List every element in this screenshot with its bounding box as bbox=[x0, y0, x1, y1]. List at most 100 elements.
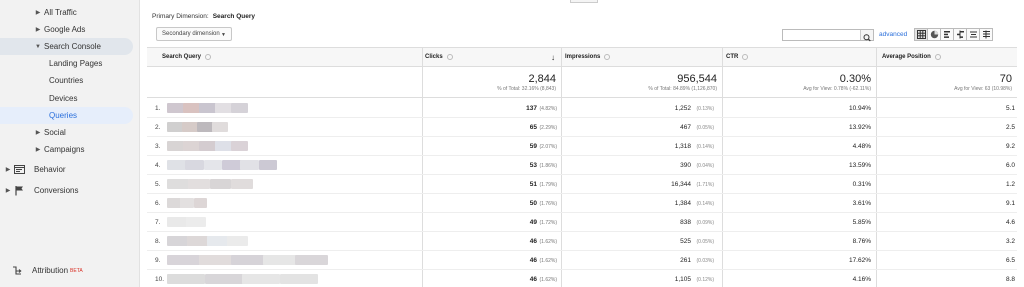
sidebar-item-conversions[interactable]: ▶ Conversions bbox=[0, 182, 140, 199]
secondary-dimension-dropdown[interactable]: Secondary dimension ▼ bbox=[156, 27, 232, 41]
primary-dimension: Primary Dimension: Search Query bbox=[152, 13, 255, 20]
table-row[interactable]: 9. 46 (1.62%) 261 (0.03%) 17.62% 6.5 bbox=[147, 251, 1017, 270]
row-number: 5. bbox=[155, 181, 161, 188]
clicks-percent: (1.86%) bbox=[539, 162, 557, 169]
redacted-query-block bbox=[279, 274, 318, 284]
impressions-value: 261 bbox=[680, 257, 691, 264]
help-icon[interactable] bbox=[446, 54, 453, 60]
row-number: 9. bbox=[155, 257, 161, 264]
impressions-cell: 1,105 (0.12%) bbox=[561, 270, 721, 287]
impressions-cell: 1,252 (0.13%) bbox=[561, 99, 721, 118]
sidebar-item-landing-pages[interactable]: Landing Pages bbox=[0, 55, 140, 72]
table-row[interactable]: 3. 59 (2.07%) 1,318 (0.14%) 4.48% 9.2 bbox=[147, 137, 1017, 156]
ctr-cell: 4.16% bbox=[852, 276, 871, 283]
search-button[interactable] bbox=[860, 30, 873, 42]
sort-arrow-down-icon[interactable]: ↓ bbox=[551, 53, 555, 62]
table-row[interactable]: 7. 49 (1.72%) 838 (0.09%) 5.85% 4.6 bbox=[147, 213, 1017, 232]
totals-impressions: 956,544 % of Total: 84.89% (1,126,870) bbox=[561, 67, 722, 98]
impressions-percent: (0.14%) bbox=[696, 143, 714, 150]
primary-dimension-value[interactable]: Search Query bbox=[213, 13, 255, 20]
row-number: 7. bbox=[155, 219, 161, 226]
performance-view-button[interactable] bbox=[940, 28, 954, 41]
totals-ctr: 0.30% Avg for View: 0.78% (-62.11%) bbox=[722, 67, 876, 98]
caret-right-icon: ▶ bbox=[35, 27, 41, 33]
sidebar-item-search-console[interactable]: ▼ Search Console bbox=[0, 38, 133, 55]
clicks-cell: 49 (1.72%) bbox=[423, 213, 561, 232]
table-view-button[interactable] bbox=[914, 28, 928, 41]
ctr-cell: 13.92% bbox=[848, 124, 871, 131]
column-header-impressions[interactable]: Impressions bbox=[561, 47, 722, 67]
table-row[interactable]: 1. 137 (4.82%) 1,252 (0.13%) 10.94% 5.1 bbox=[147, 99, 1017, 118]
table-row[interactable]: 6. 50 (1.76%) 1,384 (0.14%) 3.61% 9.1 bbox=[147, 194, 1017, 213]
pie-view-button[interactable] bbox=[927, 28, 941, 41]
sidebar-item-queries[interactable]: Queries bbox=[0, 107, 133, 124]
redacted-query-block bbox=[199, 141, 216, 151]
sidebar-item-behavior[interactable]: ▶ Behavior bbox=[0, 161, 140, 178]
column-header-search-query[interactable]: Search Query bbox=[147, 47, 423, 67]
caret-right-icon: ▶ bbox=[35, 130, 41, 136]
sidebar-item-attribution[interactable]: Attribution BETA bbox=[0, 262, 140, 279]
clicks-value: 46 bbox=[529, 238, 537, 245]
table-row[interactable]: 5. 51 (1.79%) 16,344 (1.71%) 0.31% 1.2 bbox=[147, 175, 1017, 194]
impressions-percent: (0.12%) bbox=[696, 276, 714, 283]
help-icon[interactable] bbox=[934, 54, 941, 60]
clicks-percent: (4.82%) bbox=[539, 105, 557, 112]
redacted-query-block bbox=[222, 160, 241, 170]
help-icon[interactable] bbox=[742, 54, 749, 60]
redacted-query-block bbox=[182, 122, 198, 132]
redacted-query-block bbox=[242, 274, 280, 284]
redacted-query-block bbox=[204, 274, 243, 284]
redacted-query-block bbox=[215, 103, 232, 113]
redacted-query-block bbox=[180, 198, 195, 208]
impressions-cell: 525 (0.05%) bbox=[561, 232, 721, 251]
column-header-ctr[interactable]: CTR bbox=[722, 47, 876, 67]
clicks-value: 65 bbox=[529, 124, 537, 131]
table-row[interactable]: 2. 65 (2.29%) 467 (0.05%) 13.92% 2.5 bbox=[147, 118, 1017, 137]
sidebar-item-devices[interactable]: Devices bbox=[0, 90, 140, 107]
help-icon[interactable] bbox=[205, 54, 212, 60]
redacted-query-block bbox=[199, 255, 232, 265]
sidebar-item-campaigns[interactable]: ▶ Campaigns bbox=[0, 141, 140, 158]
average-position-cell: 2.5 bbox=[1005, 124, 1015, 131]
ctr-cell: 0.31% bbox=[852, 181, 871, 188]
caret-right-icon: ▶ bbox=[35, 147, 41, 153]
column-header-clicks[interactable]: Clicks ↓ bbox=[423, 47, 561, 67]
impressions-value: 1,252 bbox=[674, 105, 691, 112]
term-cloud-view-button[interactable] bbox=[966, 28, 980, 41]
redacted-query-block bbox=[186, 217, 206, 227]
sidebar-item-countries[interactable]: Countries bbox=[0, 72, 140, 89]
column-header-average-position[interactable]: Average Position bbox=[876, 47, 1017, 67]
help-icon[interactable] bbox=[604, 54, 611, 60]
advanced-filter-link[interactable]: advanced bbox=[879, 31, 907, 38]
impressions-cell: 1,384 (0.14%) bbox=[561, 194, 721, 213]
table-search-input[interactable] bbox=[782, 29, 874, 42]
analytics-report-page: ▶ All Traffic ▶ Google Ads ▼ Search Console… bbox=[0, 0, 1024, 287]
clicks-cell: 59 (2.07%) bbox=[423, 137, 561, 156]
comparison-view-button[interactable] bbox=[953, 28, 967, 41]
row-number: 8. bbox=[155, 238, 161, 245]
table-row[interactable]: 4. 53 (1.86%) 390 (0.04%) 13.59% 6.0 bbox=[147, 156, 1017, 175]
clicks-cell: 53 (1.86%) bbox=[423, 156, 561, 175]
clicks-cell: 65 (2.29%) bbox=[423, 118, 561, 137]
totals-average-position: 70 Avg for View: 63 (10.98%) bbox=[876, 67, 1017, 98]
comparison-icon bbox=[956, 30, 964, 39]
flag-icon bbox=[14, 185, 26, 197]
sidebar-item-google-ads[interactable]: ▶ Google Ads bbox=[0, 21, 140, 38]
clicks-value: 46 bbox=[529, 276, 537, 283]
sidebar-item-social[interactable]: ▶ Social bbox=[0, 124, 140, 141]
impressions-percent: (0.09%) bbox=[696, 219, 714, 226]
redacted-query-block bbox=[231, 103, 248, 113]
clicks-value: 137 bbox=[526, 105, 537, 112]
pivot-view-button[interactable] bbox=[979, 28, 993, 41]
term-cloud-icon bbox=[969, 31, 977, 38]
sidebar-item-all-traffic[interactable]: ▶ All Traffic bbox=[0, 4, 140, 21]
clicks-value: 51 bbox=[529, 181, 537, 188]
table-row[interactable]: 8. 46 (1.62%) 525 (0.05%) 8.76% 3.2 bbox=[147, 232, 1017, 251]
redacted-query-block bbox=[167, 122, 183, 132]
row-number: 4. bbox=[155, 162, 161, 169]
redacted-query-block bbox=[215, 141, 232, 151]
redacted-query-block bbox=[183, 103, 200, 113]
table-row[interactable]: 10. 46 (1.62%) 1,105 (0.12%) 4.16% 8.8 bbox=[147, 270, 1017, 287]
caret-right-icon: ▶ bbox=[5, 167, 11, 173]
impressions-value: 1,105 bbox=[674, 276, 691, 283]
